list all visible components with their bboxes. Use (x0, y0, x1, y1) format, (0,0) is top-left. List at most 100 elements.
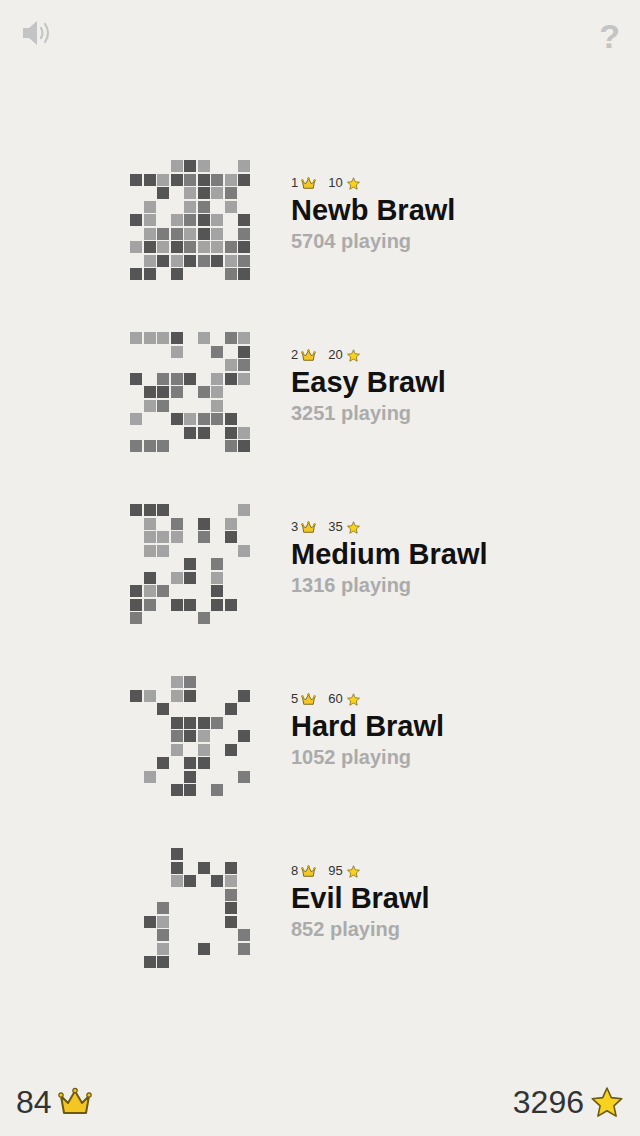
grid-cell (171, 690, 183, 702)
grid-cell (171, 943, 183, 955)
grid-cell (171, 386, 183, 398)
grid-cell (130, 201, 142, 213)
grid-cell (157, 187, 169, 199)
grid-cell (238, 400, 250, 412)
brawl-row[interactable]: 220Easy Brawl3251 playing (130, 332, 640, 452)
grid-cell (211, 784, 223, 796)
grid-cell (225, 943, 237, 955)
grid-cell (184, 214, 196, 226)
grid-cell (144, 599, 156, 611)
grid-cell (171, 771, 183, 783)
grid-cell (211, 848, 223, 860)
grid-cell (184, 359, 196, 371)
grid-cell (184, 386, 196, 398)
crown-count: 84 (16, 1082, 52, 1122)
crown-icon (301, 521, 316, 534)
crown-icon (301, 349, 316, 362)
grid-cell (238, 255, 250, 267)
brawl-row[interactable]: 110Newb Brawl5704 playing (130, 160, 640, 280)
grid-cell (171, 612, 183, 624)
grid-cell (157, 585, 169, 597)
grid-cell (211, 201, 223, 213)
grid-cell (171, 359, 183, 371)
crown-cost: 3 (291, 518, 298, 536)
crown-total: 84 (16, 1082, 92, 1122)
grid-cell (130, 703, 142, 715)
grid-cell (211, 332, 223, 344)
crown-icon (301, 177, 316, 190)
grid-cell (144, 346, 156, 358)
grid-cell (130, 241, 142, 253)
grid-cell (130, 730, 142, 742)
grid-cell (171, 518, 183, 530)
star-icon (346, 521, 361, 534)
grid-cell (157, 201, 169, 213)
grid-cell (211, 187, 223, 199)
grid-cell (198, 572, 210, 584)
grid-cell (171, 413, 183, 425)
grid-cell (238, 902, 250, 914)
grid-cell (225, 676, 237, 688)
grid-cell (157, 956, 169, 968)
grid-cell (171, 703, 183, 715)
grid-cell (225, 359, 237, 371)
grid-cell (198, 848, 210, 860)
grid-cell (198, 730, 210, 742)
grid-cell (171, 848, 183, 860)
grid-cell (238, 572, 250, 584)
grid-cell (225, 518, 237, 530)
grid-cell (238, 956, 250, 968)
grid-cell (198, 174, 210, 186)
grid-cell (144, 676, 156, 688)
grid-cell (184, 784, 196, 796)
grid-cell (238, 373, 250, 385)
grid-cell (171, 201, 183, 213)
grid-cell (198, 875, 210, 887)
grid-cell (238, 214, 250, 226)
grid-cell (198, 373, 210, 385)
grid-cell (225, 572, 237, 584)
grid-cell (225, 902, 237, 914)
grid-cell (198, 744, 210, 756)
grid-cell (130, 160, 142, 172)
grid-cell (198, 757, 210, 769)
crown-icon (301, 693, 316, 706)
grid-cell (225, 228, 237, 240)
sound-button[interactable] (20, 18, 54, 48)
grid-cell (144, 690, 156, 702)
grid-cell (238, 386, 250, 398)
grid-cell (211, 174, 223, 186)
grid-cell (211, 518, 223, 530)
grid-cell (171, 241, 183, 253)
grid-cell (238, 440, 250, 452)
grid-cell (184, 771, 196, 783)
grid-cell (184, 531, 196, 543)
grid-cell (157, 255, 169, 267)
grid-cell (144, 875, 156, 887)
grid-cell (211, 875, 223, 887)
grid-cell (157, 160, 169, 172)
grid-cell (157, 757, 169, 769)
grid-cell (157, 771, 169, 783)
grid-cell (198, 676, 210, 688)
help-button[interactable]: ? (599, 18, 620, 54)
brawl-row[interactable]: 560Hard Brawl1052 playing (130, 676, 640, 796)
grid-cell (144, 413, 156, 425)
grid-cell (238, 771, 250, 783)
grid-cell (184, 690, 196, 702)
grid-cell (198, 255, 210, 267)
grid-cell (198, 558, 210, 570)
grid-cell (144, 703, 156, 715)
grid-cell (238, 916, 250, 928)
brawl-row[interactable]: 335Medium Brawl1316 playing (130, 504, 640, 624)
grid-cell (171, 585, 183, 597)
grid-cell (144, 241, 156, 253)
grid-cell (238, 187, 250, 199)
grid-cell (157, 518, 169, 530)
grid-cell (198, 386, 210, 398)
grid-cell (157, 717, 169, 729)
grid-cell (144, 744, 156, 756)
brawl-row[interactable]: 895Evil Brawl852 playing (130, 848, 640, 968)
grid-cell (184, 929, 196, 941)
crown-icon (58, 1086, 92, 1118)
